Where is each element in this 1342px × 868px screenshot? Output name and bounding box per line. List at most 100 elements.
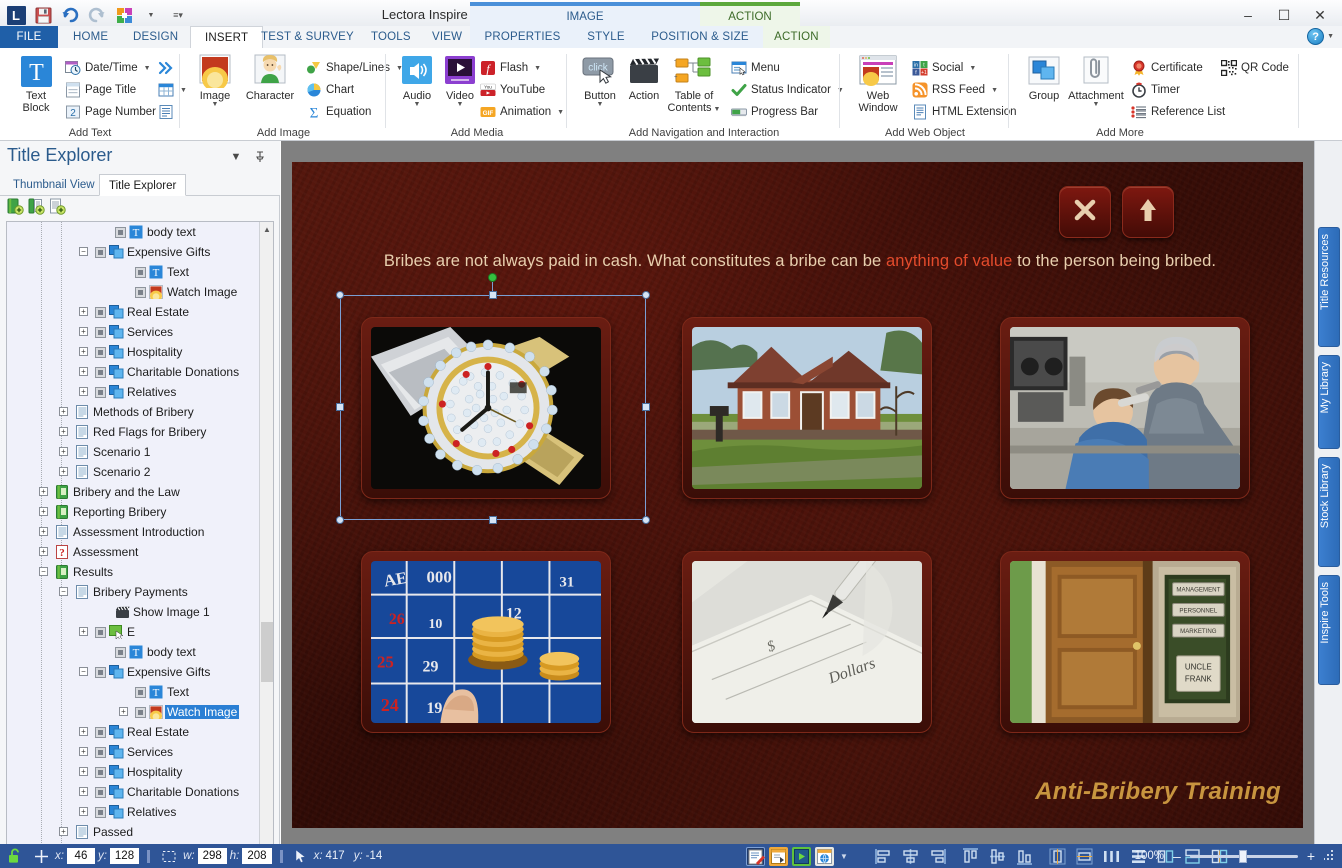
tree-item[interactable]: + Hospitality: [7, 342, 259, 362]
center-horizontal-icon[interactable]: [1048, 847, 1067, 866]
tree-item[interactable]: + Real Estate: [7, 722, 259, 742]
tree-item[interactable]: + Passed: [7, 822, 259, 842]
dock-tab-title-resources[interactable]: Title Resources: [1318, 227, 1340, 347]
unlock-icon[interactable]: [0, 848, 30, 864]
tab-test-survey[interactable]: TEST & SURVEY: [250, 26, 365, 48]
tree-expander[interactable]: +: [59, 827, 68, 836]
pin-icon[interactable]: [252, 149, 268, 165]
add-chapter-icon[interactable]: [7, 198, 24, 220]
dock-tab-my-library[interactable]: My Library: [1318, 355, 1340, 449]
youtube-button[interactable]: You YouTube: [477, 79, 548, 101]
tab-title-explorer[interactable]: Title Explorer: [99, 174, 187, 196]
page-title-button[interactable]: Page Title: [62, 79, 139, 101]
chevron-down-icon[interactable]: ▼: [534, 65, 541, 72]
chevrons-button[interactable]: [155, 57, 177, 79]
tab-action[interactable]: ACTION: [763, 26, 830, 48]
up-nav-button[interactable]: [1122, 186, 1174, 238]
tab-file[interactable]: FILE: [0, 26, 58, 48]
title-explorer-tree[interactable]: Tbody text − Expensive Gifts T Text Watch Ima…: [6, 221, 274, 868]
h-value[interactable]: 208: [242, 848, 272, 864]
tree-item[interactable]: T Text: [7, 682, 259, 702]
tab-home[interactable]: HOME: [62, 26, 119, 48]
zoom-in-button[interactable]: +: [1307, 848, 1315, 864]
tree-expander[interactable]: −: [79, 247, 88, 256]
help-icon[interactable]: ?: [1307, 28, 1325, 45]
tree-checkbox[interactable]: [95, 626, 106, 638]
maximize-button[interactable]: ☐: [1266, 1, 1302, 29]
handle-middle-right[interactable]: [642, 403, 650, 411]
image-button[interactable]: Image ▼: [187, 54, 243, 108]
tree-checkbox[interactable]: [95, 726, 106, 738]
w-value[interactable]: 298: [197, 848, 227, 864]
browser-preview-icon[interactable]: [815, 846, 834, 866]
tree-checkbox[interactable]: [135, 706, 146, 718]
tree-checkbox[interactable]: [95, 766, 106, 778]
card-real-estate[interactable]: [682, 317, 932, 499]
tree-expander[interactable]: +: [79, 627, 88, 636]
handle-bottom-center[interactable]: [489, 516, 497, 524]
tree-expander[interactable]: +: [59, 447, 68, 456]
progress-bar-button[interactable]: Progress Bar: [728, 101, 821, 123]
page-number-button[interactable]: 2 Page Number: [62, 101, 159, 123]
tree-expander[interactable]: +: [79, 727, 88, 736]
equation-button[interactable]: Σ Equation: [303, 101, 374, 123]
tab-tools[interactable]: TOOLS: [360, 26, 422, 48]
tree-checkbox[interactable]: [95, 746, 106, 758]
list-button[interactable]: [155, 101, 177, 123]
tree-item[interactable]: + Red Flags for Bribery: [7, 422, 259, 442]
tree-expander[interactable]: +: [79, 367, 88, 376]
rss-feed-button[interactable]: RSS Feed ▼: [909, 79, 1001, 101]
character-button[interactable]: Character: [239, 54, 301, 102]
align-middle-v-icon[interactable]: [988, 847, 1007, 866]
scroll-up-arrow[interactable]: ▲: [260, 222, 273, 236]
tree-expander[interactable]: +: [59, 427, 68, 436]
tree-scrollbar[interactable]: ▲ ▼: [259, 222, 273, 868]
tree-item[interactable]: + Charitable Donations: [7, 362, 259, 382]
qat-dropdown-icon[interactable]: ▼: [139, 3, 163, 27]
tree-checkbox[interactable]: [95, 666, 106, 678]
chevron-down-icon[interactable]: ▼: [991, 87, 998, 94]
tree-expander[interactable]: +: [79, 387, 88, 396]
tree-item[interactable]: + Services: [7, 742, 259, 762]
tree-checkbox[interactable]: [95, 306, 106, 318]
handle-top-left[interactable]: [336, 291, 344, 299]
tree-expander[interactable]: +: [39, 507, 48, 516]
tree-expander[interactable]: +: [39, 487, 48, 496]
chevron-down-icon[interactable]: ▼: [228, 149, 244, 165]
tree-item[interactable]: + Charitable Donations: [7, 782, 259, 802]
tree-item[interactable]: Tbody text: [7, 642, 259, 662]
dock-tab-inspire-tools[interactable]: Inspire Tools: [1318, 575, 1340, 685]
tree-item[interactable]: + Assessment Introduction: [7, 522, 259, 542]
handle-bottom-left[interactable]: [336, 516, 344, 524]
tree-item[interactable]: − Results: [7, 562, 259, 582]
tree-checkbox[interactable]: [95, 346, 106, 358]
tree-expander[interactable]: −: [79, 667, 88, 676]
tree-checkbox[interactable]: [95, 386, 106, 398]
menu-button[interactable]: Menu: [728, 57, 783, 79]
reference-list-button[interactable]: Reference List: [1128, 101, 1228, 123]
tree-checkbox[interactable]: [115, 646, 126, 658]
run-mode-icon[interactable]: [792, 846, 811, 866]
status-indicator-button[interactable]: Status Indicator ▼: [728, 79, 847, 101]
chevron-down-icon[interactable]: ▼: [714, 106, 721, 113]
tab-properties[interactable]: PROPERTIES: [470, 26, 575, 48]
date-time-button[interactable]: Date/Time ▼: [62, 57, 154, 79]
tree-item[interactable]: + Relatives: [7, 802, 259, 822]
tree-item[interactable]: + Real Estate: [7, 302, 259, 322]
tree-checkbox[interactable]: [95, 806, 106, 818]
chevron-down-icon[interactable]: ▼: [572, 101, 628, 108]
handle-top-center[interactable]: [489, 291, 497, 299]
flash-button[interactable]: f Flash ▼: [477, 57, 544, 79]
qr-code-button[interactable]: QR Code: [1218, 57, 1292, 79]
tab-view[interactable]: VIEW: [421, 26, 473, 48]
center-vertical-icon[interactable]: [1075, 847, 1094, 866]
tree-checkbox[interactable]: [95, 326, 106, 338]
tree-expander[interactable]: +: [79, 787, 88, 796]
tree-item[interactable]: +? Assessment: [7, 542, 259, 562]
slide[interactable]: Bribes are not always paid in cash. What…: [292, 162, 1303, 828]
tab-position-size[interactable]: POSITION & SIZE: [637, 26, 763, 48]
edit-mode-icon[interactable]: [746, 846, 765, 866]
publish-icon[interactable]: [112, 3, 136, 27]
tree-item[interactable]: + Scenario 2: [7, 462, 259, 482]
tree-item[interactable]: Watch Image: [7, 282, 259, 302]
